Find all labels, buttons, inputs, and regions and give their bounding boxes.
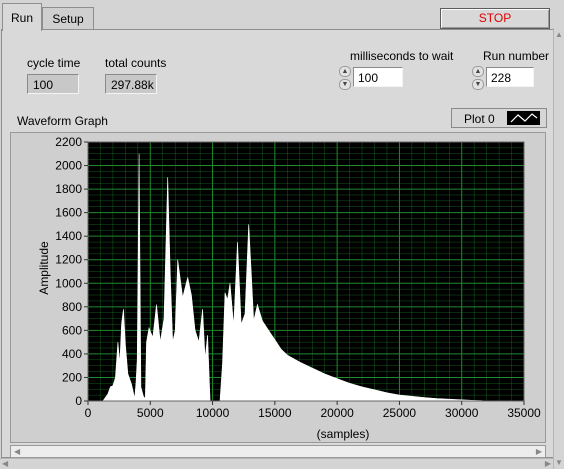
window-horizontal-scrollbar[interactable]: ◀ ▶ — [0, 458, 553, 469]
plot-legend-name: Plot 0 — [464, 112, 495, 126]
scroll-up-icon[interactable]: ▲ — [555, 30, 563, 39]
cycle-time-indicator: 100 — [27, 74, 79, 94]
scroll-left-icon[interactable]: ◀ — [2, 459, 8, 468]
tab-run[interactable]: Run — [2, 3, 42, 31]
ms-to-wait-input[interactable]: 100 — [353, 67, 403, 87]
total-counts-indicator: 297.88k — [105, 74, 157, 94]
scroll-down-icon[interactable]: ▼ — [555, 458, 563, 467]
increment-arrow-icon[interactable]: ▲ — [339, 66, 351, 77]
tab-strip: Run Setup STOP — [0, 0, 564, 31]
run-number-stepper[interactable]: ▲ ▼ — [472, 66, 484, 90]
total-counts-label: total counts — [105, 56, 167, 70]
scroll-right-icon[interactable]: ▶ — [536, 447, 542, 456]
window-vertical-scrollbar[interactable]: ▲ ▼ — [553, 28, 564, 469]
waveform-graph-frame — [10, 132, 546, 443]
decrement-arrow-icon[interactable]: ▼ — [339, 79, 351, 90]
increment-arrow-icon[interactable]: ▲ — [472, 66, 484, 77]
decrement-arrow-icon[interactable]: ▼ — [472, 79, 484, 90]
plot-legend[interactable]: Plot 0 — [451, 108, 547, 128]
graph-scrollbar[interactable]: ◀ ▶ — [10, 445, 546, 458]
line-plot-icon — [507, 111, 540, 125]
scroll-right-icon[interactable]: ▶ — [545, 459, 551, 468]
ms-to-wait-stepper[interactable]: ▲ ▼ — [339, 66, 351, 90]
tab-setup[interactable]: Setup — [42, 7, 94, 30]
graph-title: Waveform Graph — [17, 114, 108, 128]
run-number-label: Run number — [483, 49, 550, 63]
scroll-left-icon[interactable]: ◀ — [14, 447, 20, 456]
ms-to-wait-label: milliseconds to wait — [350, 49, 454, 63]
stop-button[interactable]: STOP — [440, 8, 550, 29]
cycle-time-label: cycle time — [27, 56, 81, 70]
run-number-input[interactable]: 228 — [486, 67, 534, 87]
